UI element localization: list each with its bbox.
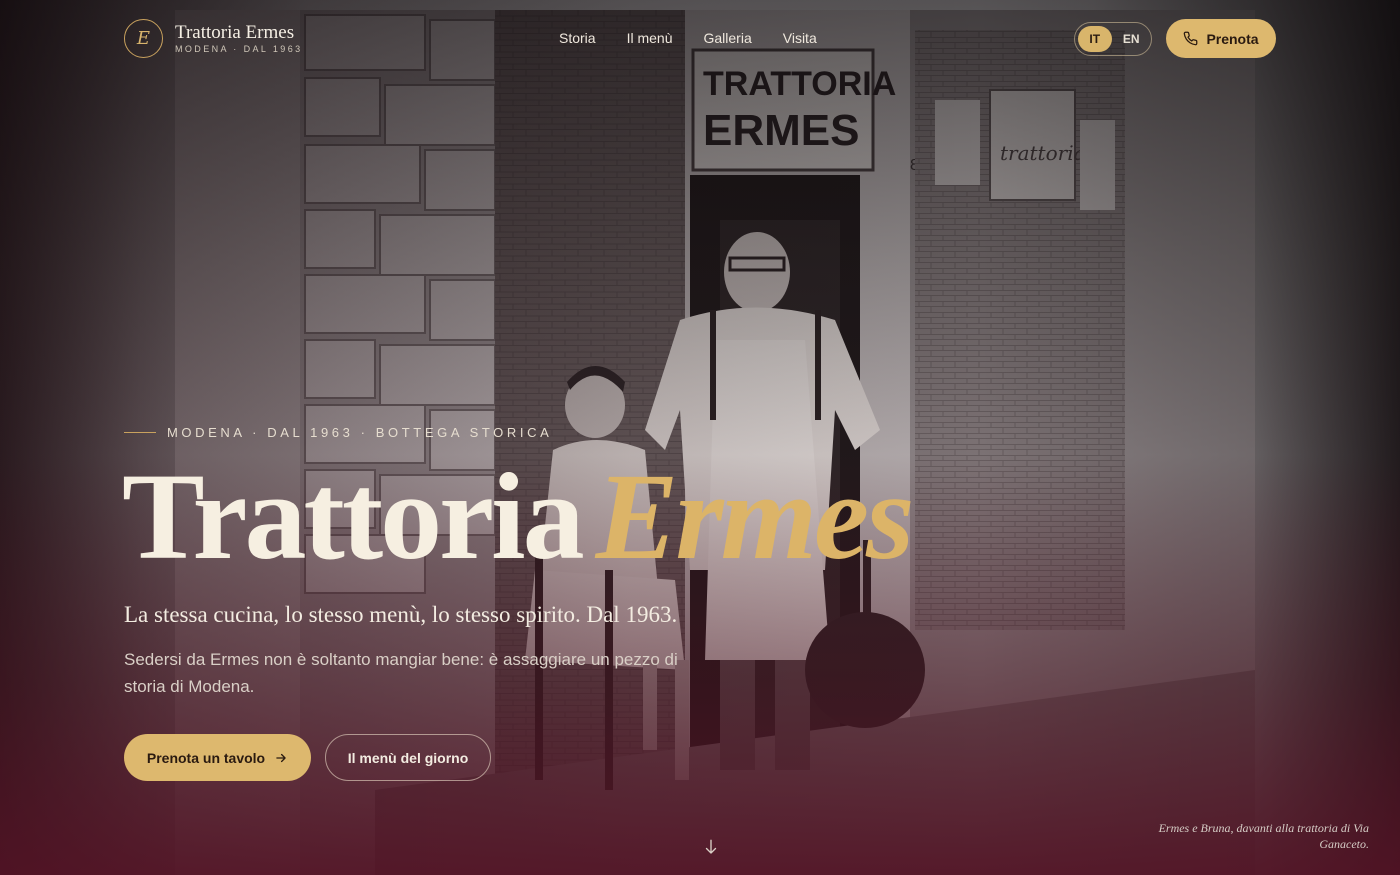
logo-subtitle: MODENA · DAL 1963 — [175, 44, 303, 54]
header-book-button[interactable]: Prenota — [1166, 19, 1276, 58]
logo[interactable]: E Trattoria Ermes MODENA · DAL 1963 — [124, 19, 303, 58]
hero-title: Trattoria Ermes — [122, 455, 914, 579]
hero-eyebrow: MODENA · DAL 1963 · BOTTEGA STORICA — [124, 425, 552, 440]
language-switcher: IT EN — [1074, 22, 1152, 56]
logo-title: Trattoria Ermes — [175, 22, 295, 43]
arrow-right-icon — [276, 753, 286, 762]
daily-menu-label: Il menù del giorno — [347, 749, 469, 766]
hero-title-main: Trattoria — [122, 448, 585, 585]
eyebrow-divider — [124, 432, 156, 433]
site-header: E Trattoria Ermes MODENA · DAL 1963 Stor… — [0, 0, 1400, 78]
nav-item-storia[interactable]: Storia — [559, 30, 596, 46]
hero-description: Sedersi da Ermes non è soltanto mangiar … — [124, 650, 678, 696]
book-table-label: Prenota un tavolo — [146, 749, 266, 766]
hero-title-accent: Ermes — [595, 448, 915, 585]
eyebrow-text: MODENA · DAL 1963 · BOTTEGA STORICA — [167, 425, 553, 440]
lang-en-button[interactable]: EN — [1115, 26, 1149, 52]
phone-icon — [1184, 31, 1198, 46]
book-table-button[interactable]: Prenota un tavolo — [124, 734, 311, 781]
logo-monogram: E — [124, 19, 163, 58]
logo-text: Trattoria Ermes MODENA · DAL 1963 — [175, 22, 303, 55]
header-book-label: Prenota — [1206, 30, 1259, 47]
nav-item-galleria[interactable]: Galleria — [704, 30, 752, 46]
nav-item-menu[interactable]: Il menù — [627, 30, 673, 46]
nav-item-visita[interactable]: Visita — [783, 30, 817, 46]
arrow-down-icon[interactable] — [702, 837, 720, 857]
hero-lead: La stessa cucina, lo stesso menù, lo ste… — [124, 602, 678, 627]
photo-caption: Ermes e Bruna, davanti alla trattoria di… — [1158, 821, 1369, 851]
daily-menu-button[interactable]: Il menù del giorno — [325, 734, 491, 781]
lang-it-button[interactable]: IT — [1078, 26, 1112, 52]
main-nav: Storia Il menù Galleria Visita — [559, 30, 817, 46]
